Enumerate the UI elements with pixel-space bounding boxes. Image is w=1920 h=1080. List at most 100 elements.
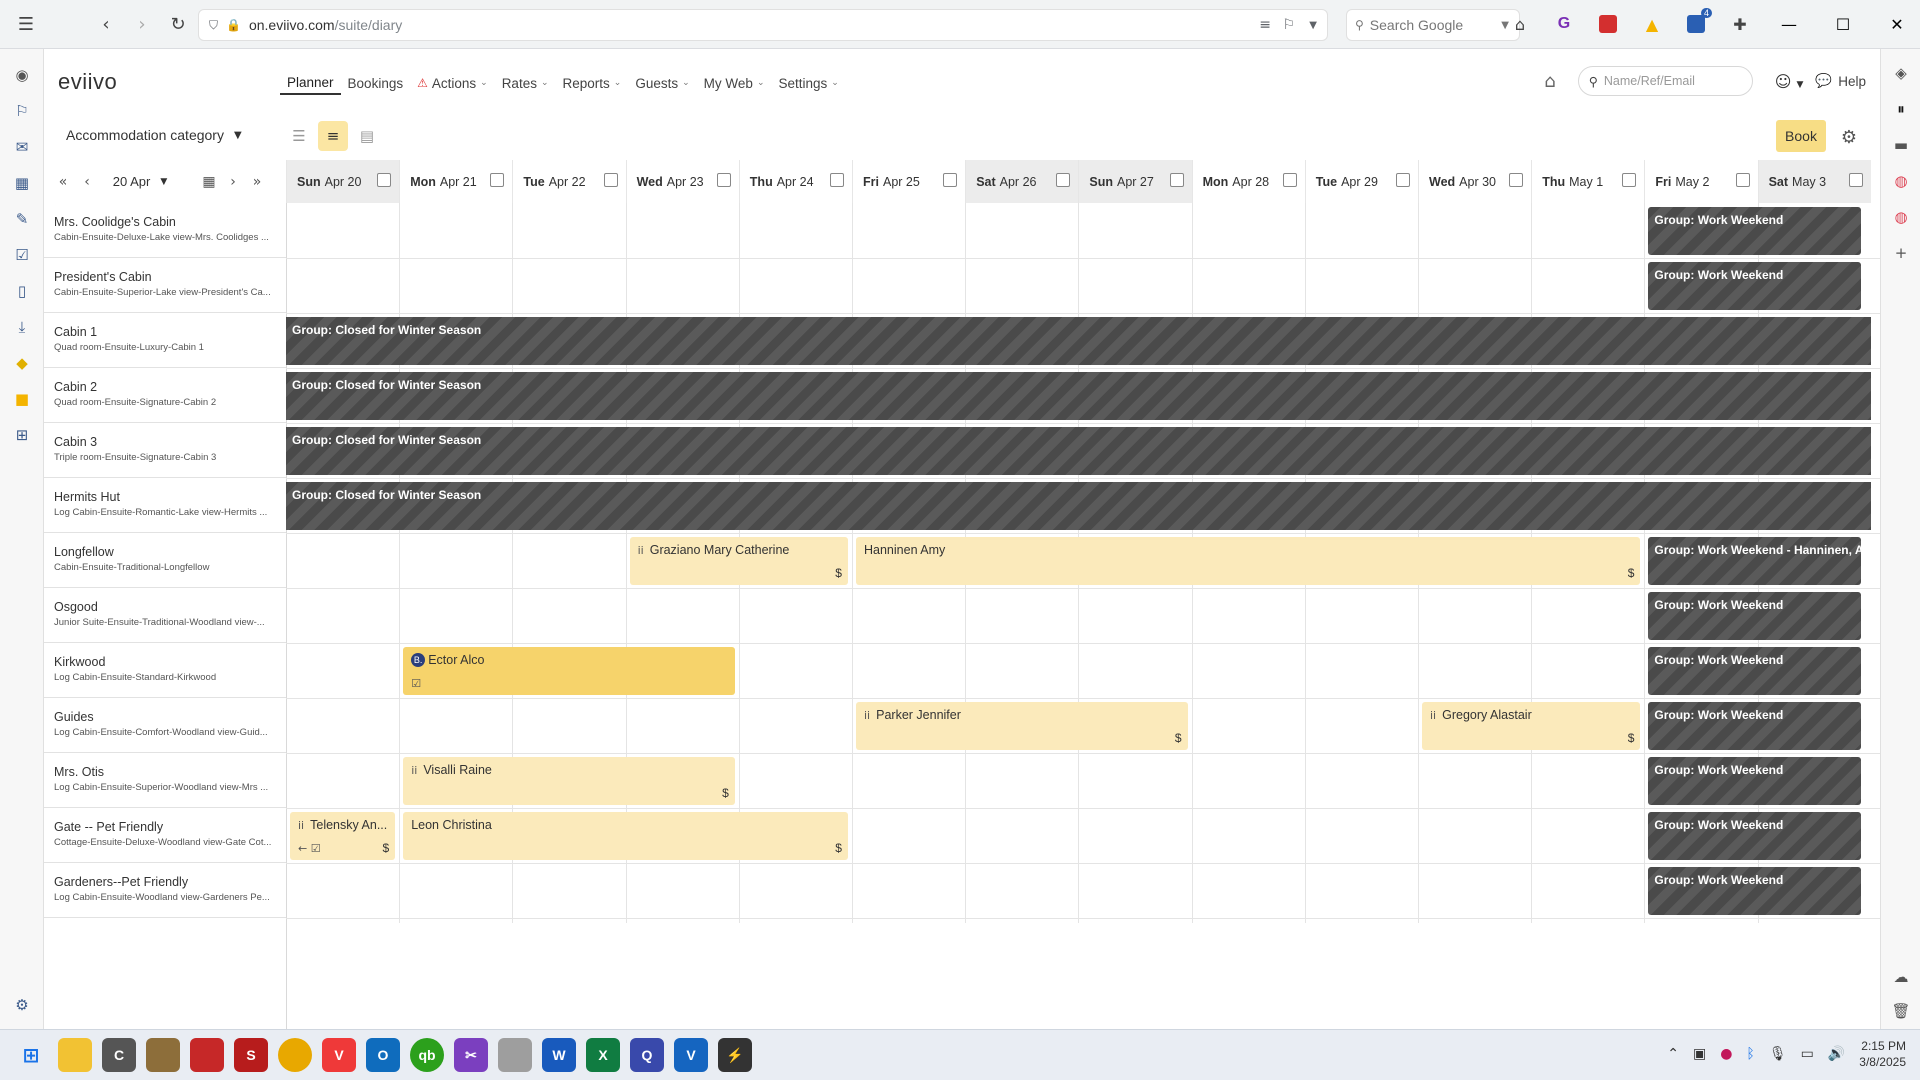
keep-icon[interactable]: ■ — [0, 381, 44, 417]
downloads-icon[interactable]: ⤓ — [0, 309, 44, 345]
booking-block[interactable]: ii Parker Jennifer $ — [856, 702, 1188, 750]
group-block[interactable]: Group: Closed for Winter Season — [286, 317, 1871, 365]
trash-icon[interactable]: 🗑 — [1881, 993, 1920, 1029]
day-header[interactable]: Wed Apr 23 — [625, 160, 739, 203]
cloud-icon[interactable]: ☁ — [1881, 959, 1920, 995]
word-icon[interactable]: W — [542, 1038, 576, 1072]
chevron-right-icon[interactable]: › — [222, 167, 244, 197]
group-block[interactable]: Group: Work Weekend — [1648, 702, 1861, 750]
forward-icon[interactable]: › — [124, 6, 160, 42]
reader-icon[interactable]: ≡ — [1259, 17, 1271, 33]
red-app-icon-2[interactable]: ◍ — [1881, 199, 1920, 235]
day-select-checkbox[interactable] — [1395, 173, 1410, 187]
app-icon-notebook[interactable] — [146, 1038, 180, 1072]
app-icon-q[interactable]: Q — [630, 1038, 664, 1072]
day-header[interactable]: Sat May 3 — [1757, 160, 1871, 203]
user-menu-icon[interactable]: ☺ ▼ — [1775, 72, 1804, 91]
group-block[interactable]: Group: Work Weekend - Hanninen, Amy — [1648, 537, 1861, 585]
booking-block[interactable]: ii Telensky An... $ ← ☑ — [290, 812, 396, 860]
day-header[interactable]: Sun Apr 20 — [286, 160, 400, 203]
book-button[interactable]: Book — [1776, 120, 1826, 152]
room-row[interactable]: Gardeners--Pet Friendly Log Cabin-Ensuite… — [44, 863, 286, 918]
booking-block[interactable]: Hanninen Amy $ — [856, 537, 1641, 585]
add-panel-icon[interactable]: ⊞ — [0, 417, 44, 453]
mail-icon[interactable]: ✉ — [0, 129, 44, 165]
day-select-checkbox[interactable] — [1848, 173, 1863, 187]
room-row[interactable]: Osgood Junior Suite-Ensuite-Traditional-W… — [44, 588, 286, 643]
booking-block[interactable]: ii Gregory Alastair $ — [1422, 702, 1641, 750]
group-block[interactable]: Group: Work Weekend — [1648, 757, 1861, 805]
puzzle-icon[interactable]: ✚ — [1722, 6, 1758, 42]
bluetooth-icon[interactable]: ᛒ — [1746, 1046, 1754, 1062]
booking-block[interactable]: ii Visalli Raine $ — [403, 757, 735, 805]
app-icon-red-stack[interactable] — [190, 1038, 224, 1072]
day-header[interactable]: Tue Apr 29 — [1304, 160, 1418, 203]
notes-icon[interactable]: ✎ — [0, 201, 44, 237]
double-chevron-right-icon[interactable]: » — [246, 167, 268, 197]
tasks-icon[interactable]: ☑ — [0, 237, 44, 273]
day-header[interactable]: Tue Apr 22 — [512, 160, 625, 203]
day-select-checkbox[interactable] — [1622, 173, 1637, 187]
group-block[interactable]: Group: Work Weekend — [1648, 262, 1861, 310]
layers-icon[interactable]: ◈ — [1881, 55, 1920, 91]
printer-icon[interactable] — [498, 1038, 532, 1072]
room-row[interactable]: Cabin 1 Quad room-Ensuite-Luxury-Cabin 1 — [44, 313, 286, 368]
room-row[interactable]: Mrs. Otis Log Cabin-Ensuite-Superior-Wood… — [44, 753, 286, 808]
reload-icon[interactable]: ↻ — [160, 6, 196, 42]
group-block[interactable]: Group: Work Weekend — [1648, 867, 1861, 915]
room-row[interactable]: Kirkwood Log Cabin-Ensuite-Standard-Kirkw… — [44, 643, 286, 698]
volume-icon[interactable]: 🔊 — [1828, 1046, 1845, 1062]
accommodation-category-select[interactable]: Accommodation category ▼ — [66, 127, 242, 143]
room-row[interactable]: Guides Log Cabin-Ensuite-Comfort-Woodland… — [44, 698, 286, 753]
day-select-checkbox[interactable] — [1509, 173, 1524, 187]
nav-actions[interactable]: ⚠ Actions ⌄ — [410, 71, 495, 95]
browser-search-input[interactable]: ⚲ Search Google ▼ — [1346, 9, 1520, 41]
bar-icon[interactable]: ▬ — [1881, 127, 1920, 163]
room-row[interactable]: Cabin 3 Triple room-Ensuite-Signature-Cab… — [44, 423, 286, 478]
date-select[interactable]: 20 Apr ▼ — [100, 174, 180, 189]
day-header[interactable]: Fri May 2 — [1644, 160, 1757, 203]
normal-view-icon[interactable]: ≡ — [318, 121, 348, 151]
badge-extension-icon[interactable]: 4 — [1678, 6, 1714, 42]
room-row[interactable]: Gate -- Pet Friendly Cottage-Ensuite-Delu… — [44, 808, 286, 863]
room-row[interactable]: Cabin 2 Quad room-Ensuite-Signature-Cabin… — [44, 368, 286, 423]
red-app-icon[interactable]: ◍ — [1881, 163, 1920, 199]
day-select-checkbox[interactable] — [829, 173, 844, 187]
nav-my-web[interactable]: My Web ⌄ — [697, 71, 772, 95]
group-block[interactable]: Group: Work Weekend — [1648, 207, 1861, 255]
room-row[interactable]: Hermits Hut Log Cabin-Ensuite-Romantic-La… — [44, 478, 286, 533]
group-block[interactable]: Group: Closed for Winter Season — [286, 372, 1871, 420]
pause-icon[interactable]: ⏸ — [1881, 91, 1920, 127]
eviivo-logo[interactable]: eviivo — [58, 69, 117, 95]
tray-app-icon[interactable]: ▣ — [1693, 1046, 1706, 1062]
app-icon-lightning[interactable]: ⚡ — [718, 1038, 752, 1072]
url-dropdown-icon[interactable]: ▼ — [1309, 20, 1317, 31]
day-header[interactable]: Thu Apr 24 — [738, 160, 852, 203]
property-icon[interactable]: ⌂ — [1544, 71, 1555, 92]
planner-settings-icon[interactable]: ⚙ — [1836, 124, 1862, 150]
bookmarks-panel-icon[interactable]: ⚐ — [0, 93, 44, 129]
group-block[interactable]: Group: Work Weekend — [1648, 592, 1861, 640]
excel-icon[interactable]: X — [586, 1038, 620, 1072]
room-row[interactable]: President's Cabin Cabin-Ensuite-Superior-… — [44, 258, 286, 313]
day-select-checkbox[interactable] — [377, 173, 392, 187]
address-bar[interactable]: ⛉ 🔒 on.eviivo.com/suite/diary ≡ ⚐ ▼ — [198, 9, 1328, 41]
app-icon-v[interactable]: V — [674, 1038, 708, 1072]
bookmark-icon[interactable]: ⚐ — [1282, 17, 1295, 33]
home-icon[interactable]: ⌂ — [1502, 6, 1538, 42]
settings-gear-icon[interactable]: ⚙ — [0, 987, 44, 1023]
grammarly-extension-icon[interactable]: G — [1546, 6, 1582, 42]
vivaldi-logo-icon[interactable]: ◉ — [0, 57, 44, 93]
help-button[interactable]: 💬 Help — [1815, 73, 1866, 89]
close-icon[interactable]: ✕ — [1874, 6, 1920, 42]
nav-bookings[interactable]: Bookings — [341, 71, 411, 95]
group-block[interactable]: Group: Work Weekend — [1648, 812, 1861, 860]
group-block[interactable]: Group: Work Weekend — [1648, 647, 1861, 695]
day-select-checkbox[interactable] — [490, 173, 505, 187]
chrome-icon[interactable] — [278, 1038, 312, 1072]
network-icon[interactable]: ▭ — [1801, 1046, 1814, 1062]
outlook-icon[interactable]: O — [366, 1038, 400, 1072]
browser-menu-icon[interactable]: ☰ — [8, 6, 44, 42]
calendar-icon[interactable]: ▦ — [0, 165, 44, 201]
day-select-checkbox[interactable] — [1282, 173, 1297, 187]
